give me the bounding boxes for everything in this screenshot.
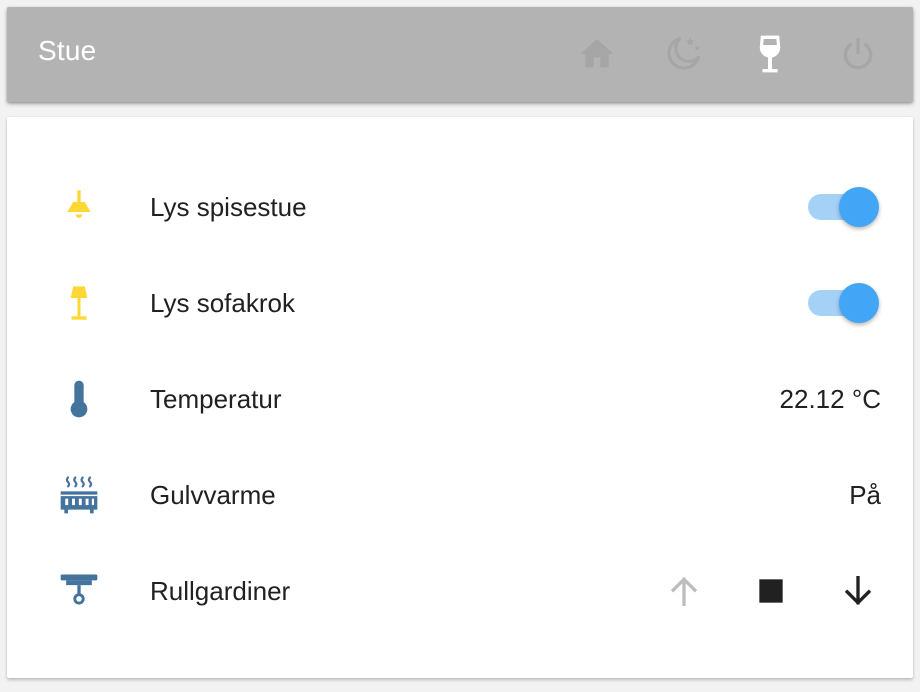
night-scene-button[interactable] [661,31,707,77]
close-cover-button[interactable] [832,565,884,617]
wine-glass-icon [759,35,781,73]
thermometer-icon[interactable] [53,373,105,425]
arrow-up-icon [670,576,698,606]
lys-spisestue-toggle[interactable] [808,187,882,227]
stop-cover-button[interactable] [745,565,797,617]
room-title: Stue [38,35,97,66]
toggle-thumb [839,283,879,323]
stop-icon [759,579,783,603]
entity-label: Temperatur [150,384,282,414]
entity-row-gulvvarme: Gulvvarme På [7,447,913,543]
lys-sofakrok-toggle[interactable] [808,283,882,323]
night-icon [667,37,701,70]
power-scene-button[interactable] [835,31,881,77]
power-icon [843,38,873,70]
ceiling-light-icon[interactable] [53,181,105,233]
entity-label: Lys spisestue [150,192,307,222]
floor-lamp-icon[interactable] [53,277,105,329]
floor-heating-state[interactable]: På [849,477,881,513]
entity-row-rullgardiner: Rullgardiner [7,543,913,639]
entity-row-lys-sofakrok: Lys sofakrok [7,255,913,351]
room-header: Stue [7,7,913,102]
wine-scene-button[interactable] [747,31,793,77]
entities-card: Lys spisestue Lys sofakrok Temperatur 22… [7,117,913,678]
entity-row-lys-spisestue: Lys spisestue [7,159,913,255]
entity-label: Gulvvarme [150,480,276,510]
toggle-thumb [839,187,879,227]
entity-label: Rullgardiner [150,576,291,606]
open-cover-button[interactable] [658,565,710,617]
temperature-value[interactable]: 22.12 °C [780,381,881,417]
radiator-icon[interactable] [53,469,105,521]
entity-label: Lys sofakrok [150,288,295,318]
entity-row-temperatur: Temperatur 22.12 °C [7,351,913,447]
blinds-icon[interactable] [53,565,105,617]
home-scene-button[interactable] [574,31,620,77]
home-icon [580,39,614,68]
arrow-down-icon [844,576,872,606]
